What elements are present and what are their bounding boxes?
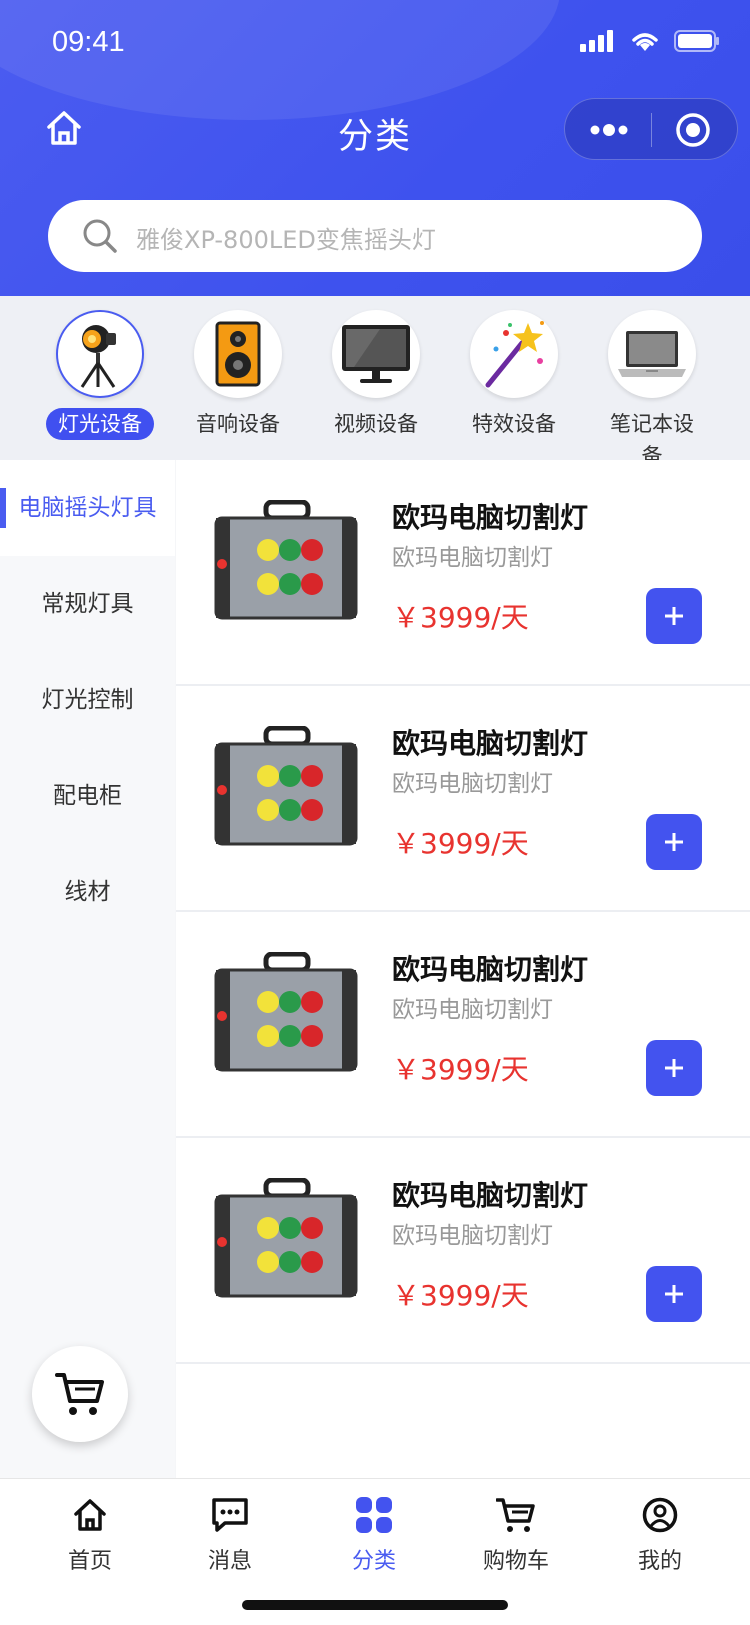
search-bar[interactable]: 雅俊XP-800LED变焦摇头灯	[48, 200, 702, 272]
monitor-icon	[342, 325, 410, 383]
product-image	[214, 726, 358, 846]
category-lighting[interactable]: 灯光设备	[40, 310, 160, 440]
wifi-icon	[632, 33, 658, 51]
status-time: 09:41	[52, 26, 125, 58]
home-icon	[74, 1499, 106, 1531]
tab-label: 消息	[207, 1549, 252, 1574]
speaker-icon	[215, 321, 261, 387]
product-card[interactable]: 欧玛电脑切割灯 欧玛电脑切割灯 ￥3999/天	[176, 912, 750, 1138]
stage-light-icon	[80, 325, 116, 388]
tab-profile[interactable]: 我的	[600, 1493, 720, 1575]
sidebar-item-moving-head[interactable]: 电脑摇头灯具	[0, 460, 175, 556]
capsule-divider	[651, 113, 652, 147]
battery-icon	[674, 30, 719, 52]
product-image	[214, 500, 358, 620]
status-icons	[580, 30, 720, 52]
category-image	[332, 310, 420, 398]
tab-label: 首页	[67, 1549, 112, 1574]
more-icon[interactable]	[589, 118, 629, 142]
sidebar-item-regular[interactable]: 常规灯具	[0, 556, 175, 652]
category-label: 灯光设备	[46, 408, 154, 440]
sidebar-item-lighting-control[interactable]: 灯光控制	[0, 652, 175, 748]
category-image	[56, 310, 144, 398]
mini-program-capsule	[564, 98, 738, 160]
category-label: 笔记本设备	[610, 412, 694, 468]
product-name: 欧玛电脑切割灯	[392, 953, 589, 986]
floating-cart-button[interactable]	[32, 1346, 128, 1442]
category-laptop[interactable]: 笔记本设备	[592, 310, 712, 468]
tab-label: 我的	[637, 1549, 682, 1574]
category-audio[interactable]: 音响设备	[178, 310, 298, 440]
product-list: 欧玛电脑切割灯 欧玛电脑切割灯 ￥3999/天 欧玛电脑切割灯 欧玛电脑切割灯 …	[176, 460, 750, 1478]
sidebar-item-distribution-box[interactable]: 配电柜	[0, 748, 175, 844]
sidebar: 电脑摇头灯具 常规灯具 灯光控制 配电柜 线材	[0, 460, 175, 1478]
product-subtitle: 欧玛电脑切割灯	[392, 997, 553, 1023]
cart-icon	[496, 1498, 535, 1532]
tab-label: 购物车	[482, 1549, 549, 1574]
product-name: 欧玛电脑切割灯	[392, 1179, 589, 1212]
search-icon	[83, 219, 117, 253]
message-icon	[212, 1498, 248, 1532]
product-price: ￥3999/天	[392, 601, 529, 634]
product-image	[214, 952, 358, 1072]
sidebar-item-cables[interactable]: 线材	[0, 844, 175, 940]
close-target-icon[interactable]	[675, 112, 711, 148]
tab-messages[interactable]: 消息	[170, 1493, 290, 1575]
product-subtitle: 欧玛电脑切割灯	[392, 545, 553, 571]
category-row: 灯光设备 音响设备 视频设备 特效设备 笔记本设备	[0, 296, 750, 468]
laptop-icon	[618, 331, 686, 377]
magic-wand-icon	[485, 321, 544, 388]
add-to-cart-button[interactable]	[646, 814, 702, 870]
product-price: ￥3999/天	[392, 827, 529, 860]
category-effects[interactable]: 特效设备	[454, 310, 574, 440]
category-image	[608, 310, 696, 398]
tab-home[interactable]: 首页	[30, 1493, 150, 1575]
product-name: 欧玛电脑切割灯	[392, 501, 589, 534]
product-price: ￥3999/天	[392, 1279, 529, 1312]
product-subtitle: 欧玛电脑切割灯	[392, 771, 553, 797]
category-video[interactable]: 视频设备	[316, 310, 436, 440]
category-label: 视频设备	[334, 412, 418, 436]
plus-icon	[665, 607, 683, 625]
product-price: ￥3999/天	[392, 1053, 529, 1086]
plus-icon	[665, 1285, 683, 1303]
home-indicator	[242, 1600, 508, 1610]
plus-icon	[665, 1059, 683, 1077]
product-card[interactable]: 欧玛电脑切割灯 欧玛电脑切割灯 ￥3999/天	[176, 686, 750, 912]
tab-category[interactable]: 分类	[314, 1493, 434, 1575]
tab-cart[interactable]: 购物车	[456, 1493, 576, 1575]
product-image	[214, 1178, 358, 1298]
product-card[interactable]: 欧玛电脑切割灯 欧玛电脑切割灯 ￥3999/天	[176, 460, 750, 686]
add-to-cart-button[interactable]	[646, 1040, 702, 1096]
category-label: 特效设备	[472, 412, 556, 436]
cart-icon	[55, 1373, 104, 1415]
header: 09:41 分类 雅俊XP-800LED变焦摇头灯	[0, 0, 750, 296]
category-image	[470, 310, 558, 398]
add-to-cart-button[interactable]	[646, 1266, 702, 1322]
plus-icon	[665, 833, 683, 851]
product-subtitle: 欧玛电脑切割灯	[392, 1223, 553, 1249]
add-to-cart-button[interactable]	[646, 588, 702, 644]
category-label: 音响设备	[196, 412, 280, 436]
user-icon	[642, 1497, 678, 1533]
category-image	[194, 310, 282, 398]
signal-icon	[580, 30, 613, 52]
category-icon	[356, 1497, 392, 1533]
search-placeholder: 雅俊XP-800LED变焦摇头灯	[136, 226, 436, 254]
product-card[interactable]: 欧玛电脑切割灯 欧玛电脑切割灯 ￥3999/天	[176, 1138, 750, 1364]
tab-label: 分类	[351, 1549, 396, 1574]
product-name: 欧玛电脑切割灯	[392, 727, 589, 760]
